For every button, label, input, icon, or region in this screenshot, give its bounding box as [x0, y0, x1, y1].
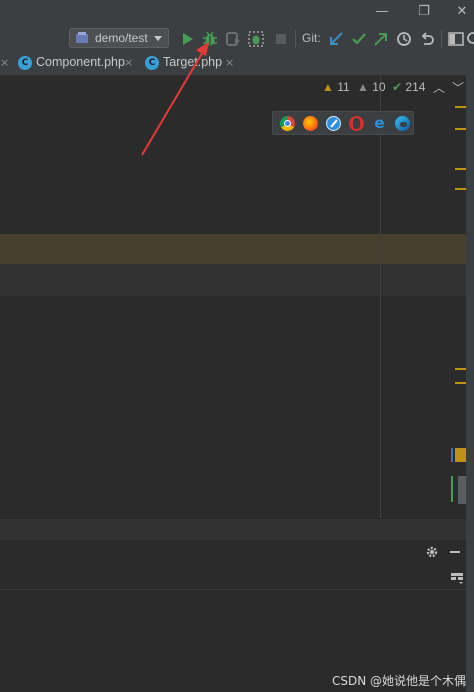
git-commit-icon[interactable] [350, 30, 368, 48]
change-marker[interactable] [455, 448, 466, 462]
vcs-change-marker [451, 448, 453, 462]
toolbar-separator [295, 30, 296, 48]
run-configuration-selector[interactable]: demo/test [69, 28, 169, 48]
weak-warning-widget[interactable]: ▲ 10 [357, 80, 386, 96]
right-margin-guide [380, 76, 381, 518]
watermark: CSDN @她说他是个木偶 [331, 674, 466, 688]
open-in-browser-popup: e [272, 111, 414, 135]
chevron-up-icon[interactable]: ︿ [433, 79, 445, 95]
restore-icon[interactable]: ❐ [414, 2, 434, 22]
tab-component-php[interactable]: C Component.php × [18, 52, 138, 75]
ie-icon[interactable]: e [372, 116, 387, 131]
warning-marker[interactable] [455, 368, 466, 370]
tab-target-php[interactable]: C Target.php × [145, 52, 245, 75]
toolbar-separator [441, 30, 442, 48]
warning-marker[interactable] [455, 168, 466, 170]
panel-row-divider [0, 589, 466, 590]
class-icon: C [145, 56, 159, 70]
warning-marker[interactable] [455, 382, 466, 384]
class-icon: C [18, 56, 32, 70]
run-icon[interactable] [178, 30, 196, 48]
stop-icon[interactable] [272, 30, 290, 48]
close-window-icon[interactable]: ✕ [452, 2, 472, 22]
tab-label: Component.php [36, 55, 125, 69]
right-tool-strip [466, 52, 474, 692]
project-structure-icon[interactable] [447, 30, 465, 48]
code-editor[interactable] [0, 76, 466, 518]
warning-count: 11 [337, 80, 350, 94]
attach-debugger-icon[interactable] [247, 30, 265, 48]
minimize-icon[interactable]: — [372, 2, 392, 22]
php-config-icon [76, 32, 88, 43]
tool-window-panel [0, 540, 466, 692]
typo-check-icon: ✔ [392, 80, 403, 94]
tab-label: Target.php [163, 55, 223, 69]
highlighted-line [0, 234, 466, 264]
warning-marker[interactable] [455, 106, 466, 108]
git-push-icon[interactable] [372, 30, 390, 48]
git-label: Git: [302, 31, 321, 45]
git-update-icon[interactable] [327, 30, 345, 48]
safari-icon[interactable] [326, 116, 341, 131]
caret-row-highlight [0, 264, 466, 296]
warning-marker[interactable] [455, 188, 466, 190]
tab-close-icon[interactable]: × [225, 56, 234, 69]
chevron-down-icon[interactable]: ﹀ [452, 79, 464, 95]
warning-icon: ▲ [322, 80, 334, 94]
minimize-panel-icon[interactable] [450, 551, 460, 553]
rollback-icon[interactable] [418, 30, 436, 48]
debug-icon[interactable] [201, 30, 219, 48]
firefox-icon[interactable] [303, 116, 318, 131]
tab-close-icon[interactable]: × [124, 56, 133, 69]
gear-icon[interactable] [425, 545, 439, 559]
warning-marker[interactable] [455, 128, 466, 130]
weak-warning-icon: ▲ [357, 80, 369, 94]
opera-icon[interactable] [349, 116, 364, 131]
layout-icon[interactable] [450, 571, 464, 585]
run-configuration-label: demo/test [95, 31, 148, 45]
typo-count: 214 [405, 80, 426, 94]
vcs-added-marker [451, 476, 453, 502]
history-icon[interactable] [395, 30, 413, 48]
chevron-down-icon [154, 36, 162, 41]
tab-close-icon[interactable]: × [0, 56, 9, 69]
panel-divider[interactable] [0, 518, 466, 541]
edge-icon[interactable] [395, 116, 410, 131]
title-bar: — ❐ ✕ [0, 0, 474, 26]
typo-widget[interactable]: ✔ 214 [392, 80, 425, 96]
search-icon[interactable] [466, 30, 474, 48]
weak-warning-count: 10 [372, 80, 386, 94]
coverage-icon[interactable] [224, 30, 242, 48]
scrollbar-thumb[interactable] [458, 476, 466, 504]
inspection-widget[interactable]: ▲ 11 [322, 80, 350, 96]
chrome-icon[interactable] [280, 116, 295, 131]
